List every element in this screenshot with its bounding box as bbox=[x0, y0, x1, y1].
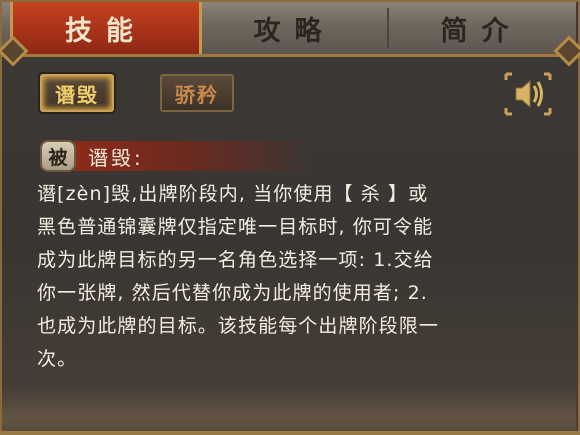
skill-description: 谮[zèn]毁,出牌阶段内, 当你使用【 杀 】或 黑色普通锦囊牌仅指定唯一目标… bbox=[37, 183, 440, 370]
sound-button[interactable] bbox=[502, 70, 554, 118]
skill-button-jiaojin[interactable]: 骄矜 bbox=[160, 74, 234, 112]
skill-button-zenhui[interactable]: 谮毁 bbox=[40, 74, 114, 112]
skill-type-badge: 被 bbox=[40, 140, 76, 172]
tab-strategy[interactable]: 攻略 bbox=[202, 2, 387, 54]
speaker-icon bbox=[504, 72, 552, 116]
tab-intro[interactable]: 简介 bbox=[389, 2, 574, 54]
skill-name-title: 谮毁: bbox=[88, 146, 144, 170]
bottom-border bbox=[0, 431, 580, 435]
tab-skills[interactable]: 技能 bbox=[10, 2, 202, 54]
tab-bar: 技能 攻略 简介 bbox=[2, 2, 576, 57]
bottom-ornament bbox=[2, 387, 576, 433]
